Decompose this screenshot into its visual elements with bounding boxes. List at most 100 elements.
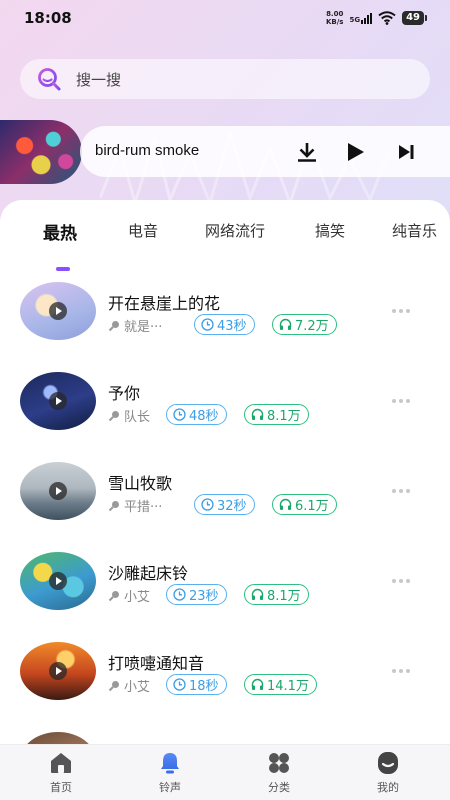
tab-pure-music[interactable]: 纯音乐: [392, 220, 437, 241]
nav-categories-label: 分类: [268, 781, 290, 794]
duration-value: 43秒: [217, 319, 247, 334]
category-tabs: 最热 电音 网络流行 搞笑 纯音乐: [0, 219, 450, 271]
search-bar[interactable]: 搜一搜: [20, 59, 430, 99]
play-icon: [49, 482, 67, 500]
clock-icon: [201, 498, 214, 511]
network-speed: 8.00 KB/s: [326, 10, 343, 26]
bottom-nav: 首页 铃声 分类 我的: [0, 744, 450, 800]
plays-badge: 7.2万: [272, 314, 337, 335]
search-icon: [38, 68, 61, 91]
plays-badge: 8.1万: [244, 584, 309, 605]
headphones-icon: [251, 678, 264, 690]
main-panel: 最热 电音 网络流行 搞笑 纯音乐 开在悬崖上的花 就是··· 43秒 7.2万: [0, 200, 450, 800]
song-thumbnail[interactable]: [20, 462, 96, 520]
play-icon: [49, 662, 67, 680]
signal-label: 5G: [349, 15, 361, 24]
profile-icon: [378, 752, 398, 774]
tab-internet-pop[interactable]: 网络流行: [205, 220, 265, 241]
microphone-icon: [108, 680, 119, 691]
tab-electronic[interactable]: 电音: [128, 220, 158, 241]
play-button[interactable]: [342, 139, 368, 165]
now-playing-title: bird-rum smoke: [95, 142, 200, 159]
tab-funny[interactable]: 搞笑: [315, 220, 345, 241]
play-icon: [348, 143, 364, 161]
song-artist: 小艾: [108, 586, 150, 605]
now-playing-cover[interactable]: [0, 120, 82, 184]
artist-name: 小艾: [124, 590, 151, 605]
skip-next-icon: [399, 145, 414, 159]
song-artist: 就是···: [108, 316, 162, 335]
status-icons: 8.00 KB/s 5G 49: [326, 10, 427, 26]
microphone-icon: [108, 500, 119, 511]
plays-value: 8.1万: [267, 409, 301, 424]
song-row[interactable]: 予你 队长 48秒 8.1万: [0, 360, 450, 440]
song-artist: 小艾: [108, 676, 150, 695]
more-options-icon[interactable]: [392, 669, 410, 673]
song-thumbnail[interactable]: [20, 282, 96, 340]
clock-icon: [173, 408, 186, 421]
duration-value: 18秒: [189, 679, 219, 694]
wifi-icon: [378, 11, 396, 25]
headphones-icon: [279, 318, 292, 330]
nav-profile[interactable]: 我的: [358, 751, 418, 795]
more-options-icon[interactable]: [392, 309, 410, 313]
song-title: 沙雕起床铃: [108, 564, 189, 583]
song-thumbnail[interactable]: [20, 642, 96, 700]
song-title: 予你: [108, 384, 141, 403]
play-icon: [49, 392, 67, 410]
song-title: 开在悬崖上的花: [108, 294, 221, 313]
nav-home-label: 首页: [50, 781, 72, 794]
song-thumbnail[interactable]: [20, 552, 96, 610]
search-placeholder: 搜一搜: [76, 70, 122, 89]
song-row[interactable]: 雪山牧歌 平措··· 32秒 6.1万: [0, 450, 450, 530]
network-speed-value: 8.00: [326, 10, 344, 18]
duration-value: 23秒: [189, 589, 219, 604]
plays-badge: 6.1万: [272, 494, 337, 515]
microphone-icon: [108, 410, 119, 421]
download-button[interactable]: [294, 139, 320, 165]
song-artist: 平措···: [108, 496, 162, 515]
plays-value: 7.2万: [295, 319, 329, 334]
clock-icon: [173, 678, 186, 691]
headphones-icon: [279, 498, 292, 510]
home-icon: [51, 753, 71, 773]
plays-badge: 8.1万: [244, 404, 309, 425]
more-options-icon[interactable]: [392, 399, 410, 403]
nav-home[interactable]: 首页: [31, 751, 91, 795]
headphones-icon: [251, 588, 264, 600]
song-title: 打喷嚏通知音: [108, 654, 205, 673]
cellular-signal-icon: 5G: [349, 12, 373, 24]
plays-badge: 14.1万: [244, 674, 317, 695]
song-row[interactable]: 沙雕起床铃 小艾 23秒 8.1万: [0, 540, 450, 620]
microphone-icon: [108, 590, 119, 601]
artist-name: 就是···: [124, 320, 163, 335]
plays-value: 6.1万: [295, 499, 329, 514]
artist-name: 平措···: [124, 500, 163, 515]
duration-value: 48秒: [189, 409, 219, 424]
play-icon: [49, 572, 67, 590]
song-row[interactable]: 打喷嚏通知音 小艾 18秒 14.1万: [0, 630, 450, 710]
mini-player[interactable]: bird-rum smoke: [80, 126, 450, 177]
nav-ringtones[interactable]: 铃声: [140, 751, 200, 795]
more-options-icon[interactable]: [392, 489, 410, 493]
song-title: 雪山牧歌: [108, 474, 173, 493]
category-icon: [269, 753, 289, 773]
play-icon: [49, 302, 67, 320]
song-row[interactable]: 开在悬崖上的花 就是··· 43秒 7.2万: [0, 270, 450, 350]
clock-icon: [173, 588, 186, 601]
plays-value: 14.1万: [267, 679, 309, 694]
duration-badge: 18秒: [166, 674, 227, 695]
nav-categories[interactable]: 分类: [249, 751, 309, 795]
next-button[interactable]: [393, 139, 419, 165]
clock-icon: [201, 318, 214, 331]
tab-hot[interactable]: 最热: [43, 219, 77, 244]
song-artist: 队长: [108, 406, 150, 425]
song-thumbnail[interactable]: [20, 372, 96, 430]
download-icon: [298, 143, 316, 162]
battery-indicator: 49: [402, 11, 427, 25]
more-options-icon[interactable]: [392, 579, 410, 583]
duration-badge: 48秒: [166, 404, 227, 425]
duration-badge: 43秒: [194, 314, 255, 335]
headphones-icon: [251, 408, 264, 420]
network-speed-unit: KB/s: [325, 18, 344, 26]
